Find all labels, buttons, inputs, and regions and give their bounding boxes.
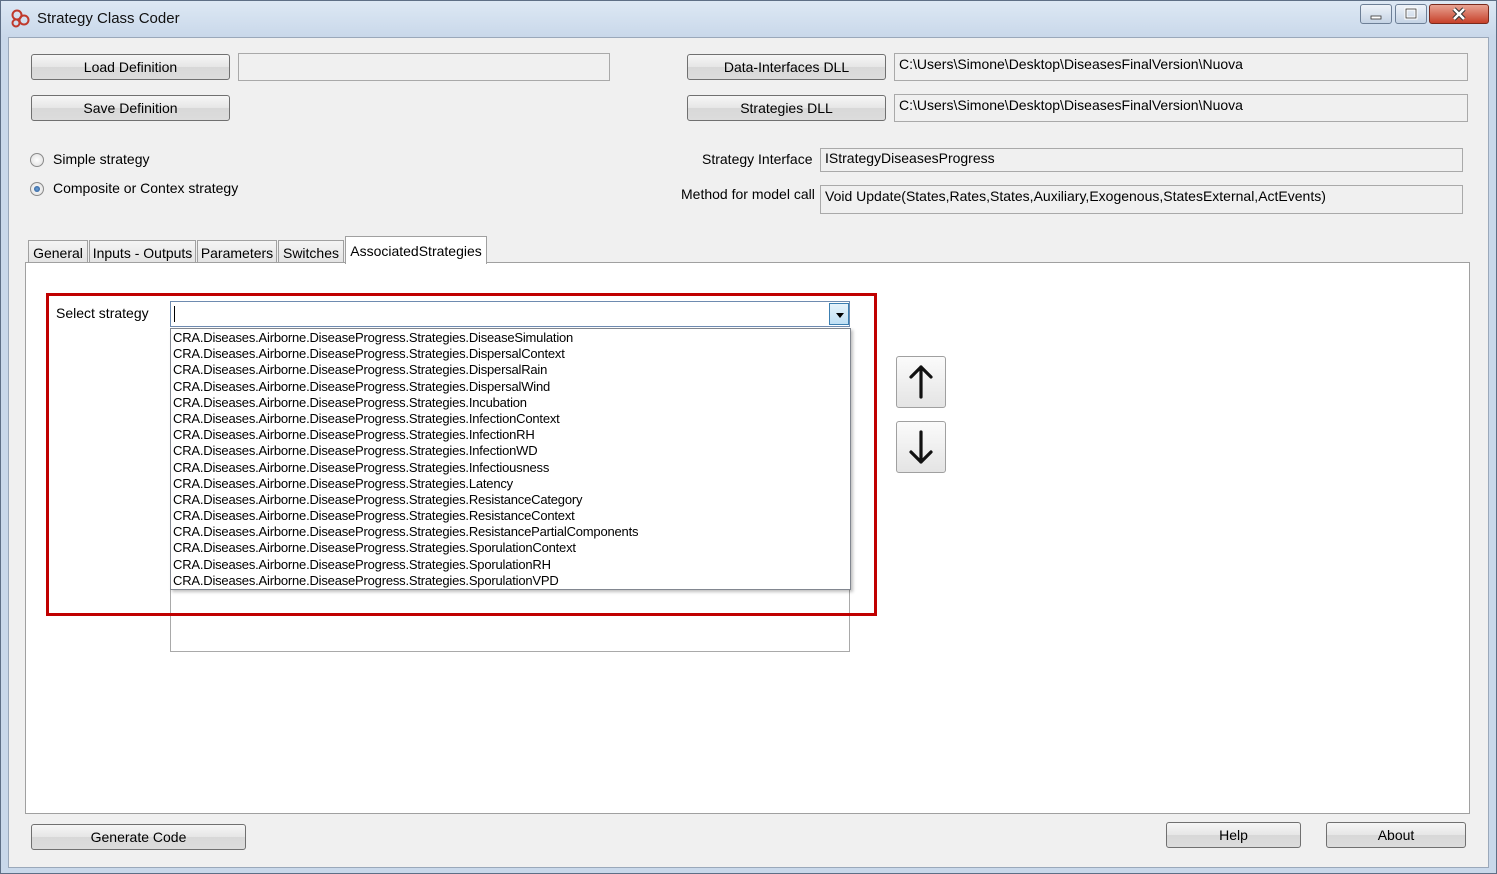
close-button[interactable] <box>1429 4 1489 24</box>
composite-strategy-label[interactable]: Composite or Contex strategy <box>53 180 238 196</box>
arrow-up-icon <box>909 365 933 399</box>
tab-switches[interactable]: Switches <box>278 240 344 264</box>
maximize-button[interactable] <box>1395 4 1427 24</box>
strategies-dll-button[interactable]: Strategies DLL <box>687 95 886 121</box>
move-down-button[interactable] <box>896 421 946 473</box>
method-for-model-call-label: Method for model call <box>681 186 815 202</box>
maximize-icon <box>1404 7 1418 20</box>
method-for-model-call-field[interactable]: Void Update(States,Rates,States,Auxiliar… <box>820 185 1463 214</box>
window-title: Strategy Class Coder <box>37 10 180 27</box>
app-logo-icon <box>11 9 30 28</box>
strategy-interface-label: Strategy Interface <box>702 151 813 167</box>
minimize-button[interactable] <box>1360 4 1392 24</box>
tab-associated-strategies[interactable]: AssociatedStrategies <box>345 236 487 264</box>
title-bar[interactable]: Strategy Class Coder <box>1 1 1496 37</box>
composite-strategy-radio[interactable] <box>30 182 44 196</box>
generate-code-button[interactable]: Generate Code <box>31 824 246 850</box>
highlight-annotation-box <box>46 293 877 616</box>
definition-file-field[interactable] <box>238 53 610 81</box>
load-definition-button[interactable]: Load Definition <box>31 54 230 80</box>
strategies-dll-path[interactable]: C:\Users\Simone\Desktop\DiseasesFinalVer… <box>894 94 1468 122</box>
tab-inputs-outputs[interactable]: Inputs - Outputs <box>89 240 196 264</box>
move-up-button[interactable] <box>896 356 946 408</box>
tab-parameters[interactable]: Parameters <box>197 240 277 264</box>
about-button[interactable]: About <box>1326 822 1466 848</box>
minimize-icon <box>1370 15 1382 20</box>
close-icon <box>1452 7 1466 21</box>
simple-strategy-radio[interactable] <box>30 153 44 167</box>
data-interfaces-dll-button[interactable]: Data-Interfaces DLL <box>687 54 886 80</box>
data-interfaces-dll-path[interactable]: C:\Users\Simone\Desktop\DiseasesFinalVer… <box>894 53 1468 81</box>
help-button[interactable]: Help <box>1166 822 1301 848</box>
save-definition-button[interactable]: Save Definition <box>31 95 230 121</box>
tab-general[interactable]: General <box>28 240 88 264</box>
arrow-down-icon <box>909 430 933 464</box>
simple-strategy-label[interactable]: Simple strategy <box>53 151 149 167</box>
strategy-interface-field[interactable]: IStrategyDiseasesProgress <box>820 148 1463 172</box>
